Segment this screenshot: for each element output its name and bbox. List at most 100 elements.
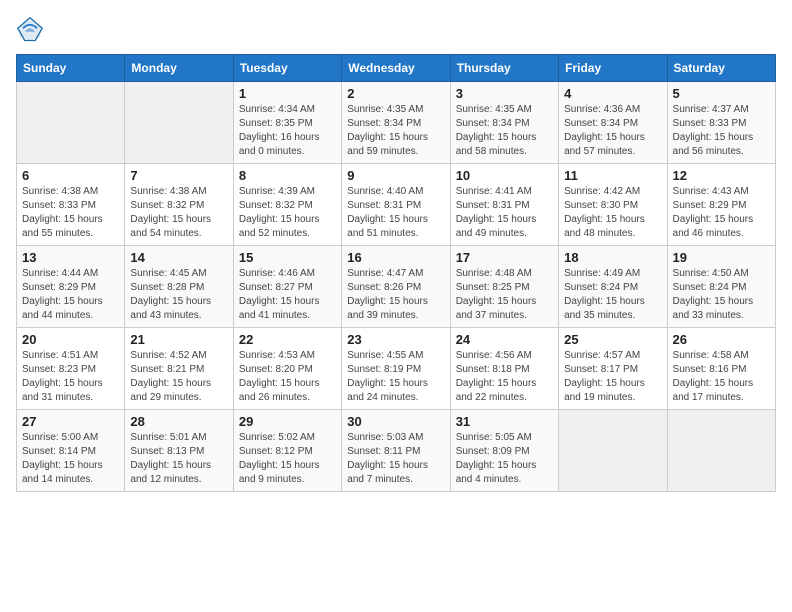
day-number: 26 xyxy=(673,332,770,347)
day-info: Sunrise: 4:53 AM Sunset: 8:20 PM Dayligh… xyxy=(239,349,336,405)
day-info: Sunrise: 4:45 AM Sunset: 8:28 PM Dayligh… xyxy=(130,267,227,323)
day-number: 3 xyxy=(456,86,553,101)
day-info: Sunrise: 4:50 AM Sunset: 8:24 PM Dayligh… xyxy=(673,267,770,323)
day-cell: 2 Sunrise: 4:35 AM Sunset: 8:34 PM Daylig… xyxy=(342,82,450,164)
day-cell: 16Sunrise: 4:47 AM Sunset: 8:26 PM Dayli… xyxy=(342,246,450,328)
day-number: 8 xyxy=(239,168,336,183)
day-number: 12 xyxy=(673,168,770,183)
day-cell: 31 Sunrise: 5:05 AM Sunset: 8:09 PM Dayli… xyxy=(450,410,558,492)
day-number: 7 xyxy=(130,168,227,183)
header-friday: Friday xyxy=(559,55,667,82)
day-number: 11 xyxy=(564,168,661,183)
logo xyxy=(16,16,48,44)
day-number: 24 xyxy=(456,332,553,347)
day-cell xyxy=(17,82,125,164)
day-info: Sunrise: 4:42 AM Sunset: 8:30 PM Dayligh… xyxy=(564,185,661,241)
day-info: Sunrise: 4:46 AM Sunset: 8:27 PM Dayligh… xyxy=(239,267,336,323)
day-cell: 15 Sunrise: 4:46 AM Sunset: 8:27 PM Dayli… xyxy=(233,246,341,328)
day-info: Sunrise: 5:03 AM Sunset: 8:11 PM Dayligh… xyxy=(347,431,444,487)
day-cell: 8 Sunrise: 4:39 AM Sunset: 8:32 PM Daylig… xyxy=(233,164,341,246)
day-number: 5 xyxy=(673,86,770,101)
day-number: 10 xyxy=(456,168,553,183)
day-number: 17 xyxy=(456,250,553,265)
day-info: Sunrise: 4:43 AM Sunset: 8:29 PM Dayligh… xyxy=(673,185,770,241)
day-cell: 27 Sunrise: 5:00 AM Sunset: 8:14 PM Dayli… xyxy=(17,410,125,492)
day-cell: 1 Sunrise: 4:34 AM Sunset: 8:35 PM Daylig… xyxy=(233,82,341,164)
day-info: Sunrise: 5:01 AM Sunset: 8:13 PM Dayligh… xyxy=(130,431,227,487)
week-row-5: 27 Sunrise: 5:00 AM Sunset: 8:14 PM Dayli… xyxy=(17,410,776,492)
header-row: SundayMondayTuesdayWednesdayThursdayFrid… xyxy=(17,55,776,82)
day-info: Sunrise: 4:48 AM Sunset: 8:25 PM Dayligh… xyxy=(456,267,553,323)
day-cell: 23Sunrise: 4:55 AM Sunset: 8:19 PM Dayli… xyxy=(342,328,450,410)
day-number: 20 xyxy=(22,332,119,347)
day-info: Sunrise: 4:52 AM Sunset: 8:21 PM Dayligh… xyxy=(130,349,227,405)
day-info: Sunrise: 5:00 AM Sunset: 8:14 PM Dayligh… xyxy=(22,431,119,487)
day-info: Sunrise: 4:49 AM Sunset: 8:24 PM Dayligh… xyxy=(564,267,661,323)
header-sunday: Sunday xyxy=(17,55,125,82)
day-number: 27 xyxy=(22,414,119,429)
day-info: Sunrise: 4:41 AM Sunset: 8:31 PM Dayligh… xyxy=(456,185,553,241)
day-cell: 6Sunrise: 4:38 AM Sunset: 8:33 PM Daylig… xyxy=(17,164,125,246)
day-number: 13 xyxy=(22,250,119,265)
day-cell xyxy=(125,82,233,164)
day-cell: 3 Sunrise: 4:35 AM Sunset: 8:34 PM Daylig… xyxy=(450,82,558,164)
day-info: Sunrise: 4:58 AM Sunset: 8:16 PM Dayligh… xyxy=(673,349,770,405)
day-number: 19 xyxy=(673,250,770,265)
day-info: Sunrise: 4:35 AM Sunset: 8:34 PM Dayligh… xyxy=(456,103,553,159)
day-cell: 18 Sunrise: 4:49 AM Sunset: 8:24 PM Dayli… xyxy=(559,246,667,328)
day-info: Sunrise: 4:34 AM Sunset: 8:35 PM Dayligh… xyxy=(239,103,336,159)
day-number: 31 xyxy=(456,414,553,429)
day-cell xyxy=(559,410,667,492)
day-number: 22 xyxy=(239,332,336,347)
day-number: 6 xyxy=(22,168,119,183)
day-cell: 25 Sunrise: 4:57 AM Sunset: 8:17 PM Dayli… xyxy=(559,328,667,410)
week-row-4: 20 Sunrise: 4:51 AM Sunset: 8:23 PM Dayli… xyxy=(17,328,776,410)
day-cell: 4Sunrise: 4:36 AM Sunset: 8:34 PM Daylig… xyxy=(559,82,667,164)
day-info: Sunrise: 4:35 AM Sunset: 8:34 PM Dayligh… xyxy=(347,103,444,159)
day-cell: 12 Sunrise: 4:43 AM Sunset: 8:29 PM Dayli… xyxy=(667,164,775,246)
day-cell: 21 Sunrise: 4:52 AM Sunset: 8:21 PM Dayli… xyxy=(125,328,233,410)
day-info: Sunrise: 4:40 AM Sunset: 8:31 PM Dayligh… xyxy=(347,185,444,241)
day-info: Sunrise: 4:57 AM Sunset: 8:17 PM Dayligh… xyxy=(564,349,661,405)
header-wednesday: Wednesday xyxy=(342,55,450,82)
day-number: 15 xyxy=(239,250,336,265)
day-number: 18 xyxy=(564,250,661,265)
day-info: Sunrise: 4:38 AM Sunset: 8:32 PM Dayligh… xyxy=(130,185,227,241)
day-cell: 5 Sunrise: 4:37 AM Sunset: 8:33 PM Daylig… xyxy=(667,82,775,164)
day-number: 9 xyxy=(347,168,444,183)
day-cell: 24 Sunrise: 4:56 AM Sunset: 8:18 PM Dayli… xyxy=(450,328,558,410)
day-info: Sunrise: 4:44 AM Sunset: 8:29 PM Dayligh… xyxy=(22,267,119,323)
day-info: Sunrise: 5:02 AM Sunset: 8:12 PM Dayligh… xyxy=(239,431,336,487)
day-cell: 26 Sunrise: 4:58 AM Sunset: 8:16 PM Dayli… xyxy=(667,328,775,410)
header-thursday: Thursday xyxy=(450,55,558,82)
day-number: 2 xyxy=(347,86,444,101)
logo-icon xyxy=(16,16,44,44)
day-info: Sunrise: 4:51 AM Sunset: 8:23 PM Dayligh… xyxy=(22,349,119,405)
day-cell: 10 Sunrise: 4:41 AM Sunset: 8:31 PM Dayli… xyxy=(450,164,558,246)
day-info: Sunrise: 4:39 AM Sunset: 8:32 PM Dayligh… xyxy=(239,185,336,241)
day-info: Sunrise: 4:36 AM Sunset: 8:34 PM Dayligh… xyxy=(564,103,661,159)
week-row-1: 1 Sunrise: 4:34 AM Sunset: 8:35 PM Daylig… xyxy=(17,82,776,164)
day-number: 1 xyxy=(239,86,336,101)
day-info: Sunrise: 4:56 AM Sunset: 8:18 PM Dayligh… xyxy=(456,349,553,405)
week-row-2: 6Sunrise: 4:38 AM Sunset: 8:33 PM Daylig… xyxy=(17,164,776,246)
day-info: Sunrise: 4:37 AM Sunset: 8:33 PM Dayligh… xyxy=(673,103,770,159)
day-info: Sunrise: 4:55 AM Sunset: 8:19 PM Dayligh… xyxy=(347,349,444,405)
day-cell: 13 Sunrise: 4:44 AM Sunset: 8:29 PM Dayli… xyxy=(17,246,125,328)
day-cell: 20 Sunrise: 4:51 AM Sunset: 8:23 PM Dayli… xyxy=(17,328,125,410)
day-number: 25 xyxy=(564,332,661,347)
day-cell: 29Sunrise: 5:02 AM Sunset: 8:12 PM Dayli… xyxy=(233,410,341,492)
day-cell: 19 Sunrise: 4:50 AM Sunset: 8:24 PM Dayli… xyxy=(667,246,775,328)
day-cell: 30 Sunrise: 5:03 AM Sunset: 8:11 PM Dayli… xyxy=(342,410,450,492)
week-row-3: 13 Sunrise: 4:44 AM Sunset: 8:29 PM Dayli… xyxy=(17,246,776,328)
day-number: 16 xyxy=(347,250,444,265)
day-cell: 11 Sunrise: 4:42 AM Sunset: 8:30 PM Dayli… xyxy=(559,164,667,246)
header-monday: Monday xyxy=(125,55,233,82)
day-cell: 14Sunrise: 4:45 AM Sunset: 8:28 PM Dayli… xyxy=(125,246,233,328)
day-cell: 22 Sunrise: 4:53 AM Sunset: 8:20 PM Dayli… xyxy=(233,328,341,410)
day-cell: 9 Sunrise: 4:40 AM Sunset: 8:31 PM Daylig… xyxy=(342,164,450,246)
day-number: 30 xyxy=(347,414,444,429)
day-number: 21 xyxy=(130,332,227,347)
header-saturday: Saturday xyxy=(667,55,775,82)
day-info: Sunrise: 5:05 AM Sunset: 8:09 PM Dayligh… xyxy=(456,431,553,487)
